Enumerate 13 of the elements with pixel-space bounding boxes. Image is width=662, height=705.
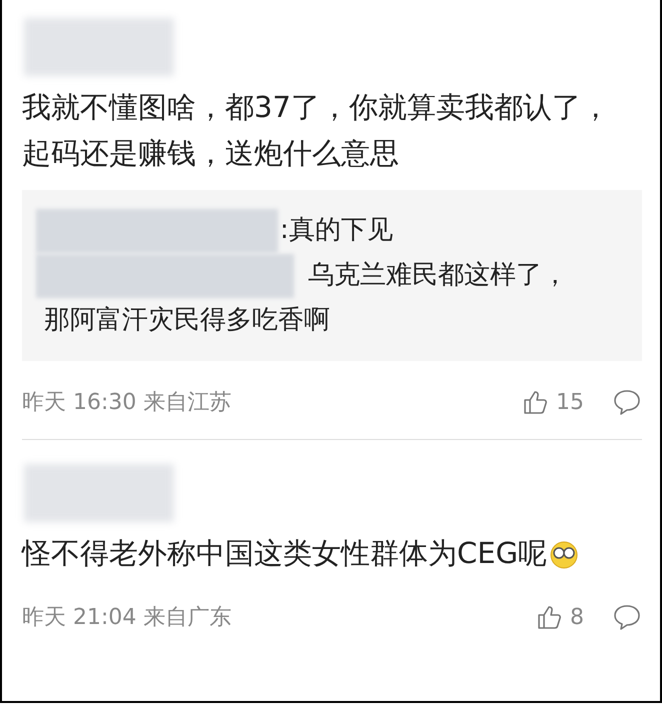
comment-icon[interactable] [612,603,642,631]
reply-text: 乌克兰难民都这样了， [308,260,568,290]
comment-icon[interactable] [612,388,642,416]
reply-text: 那阿富汗灾民得多吃香啊 [44,305,330,335]
thumbs-up-icon[interactable] [522,389,548,415]
like-count: 8 [570,604,584,630]
like-count: 15 [556,390,584,414]
thumbs-up-icon[interactable] [536,604,562,630]
comment-text: 我就不懂图啥，都37了，你就算卖我都认了，起码还是赚钱，送炮什么意思 [22,89,611,172]
comment-text: 怪不得老外称中国这类女性群体为CEG呢 [22,530,634,576]
comment-time: 昨天 16:30 来自江苏 [22,389,232,417]
reply-text: :真的下见 [280,215,393,245]
comment-time: 昨天 21:04 来自广东 [22,604,232,632]
